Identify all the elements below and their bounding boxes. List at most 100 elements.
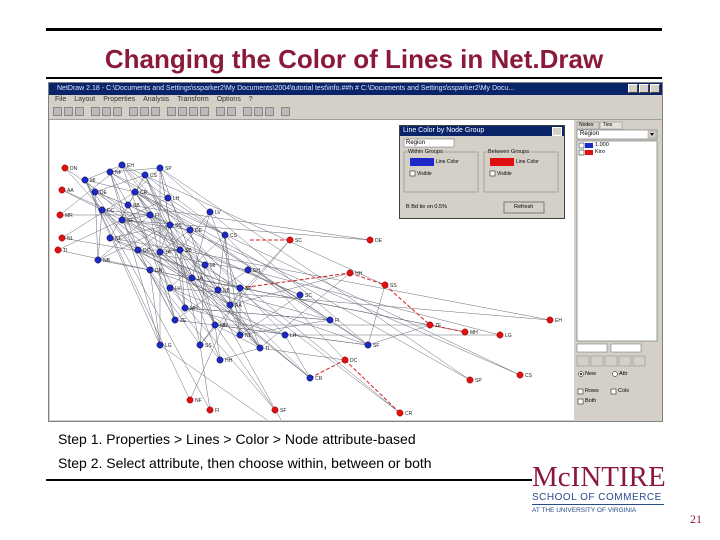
node-red[interactable]: [56, 211, 64, 219]
node-blue[interactable]: [91, 188, 99, 196]
arrows-icon[interactable]: [189, 107, 198, 116]
step-back-icon[interactable]: [243, 107, 252, 116]
node-blue[interactable]: [196, 341, 204, 349]
node-blue[interactable]: [236, 331, 244, 339]
node-label: NL: [245, 333, 252, 339]
node-blue[interactable]: [166, 284, 174, 292]
menu-file[interactable]: File: [55, 96, 66, 103]
open-icon[interactable]: [53, 107, 62, 116]
node-blue[interactable]: [118, 161, 126, 169]
node-blue[interactable]: [211, 321, 219, 329]
node-blue[interactable]: [306, 374, 314, 382]
dialog-close-button[interactable]: [552, 127, 562, 136]
node-blue[interactable]: [364, 341, 372, 349]
node-red[interactable]: [366, 236, 374, 244]
flip-icon[interactable]: [140, 107, 149, 116]
node-red[interactable]: [54, 246, 62, 254]
labels-icon[interactable]: [178, 107, 187, 116]
menu-properties[interactable]: Properties: [103, 96, 135, 103]
attribute-select[interactable]: Region: [580, 131, 599, 137]
node-blue[interactable]: [106, 234, 114, 242]
node-blue[interactable]: [171, 316, 179, 324]
node-blue[interactable]: [164, 194, 172, 202]
node-red[interactable]: [381, 281, 389, 289]
node-blue[interactable]: [216, 356, 224, 364]
node-blue[interactable]: [221, 231, 229, 239]
node-blue[interactable]: [166, 221, 174, 229]
within-visible-label[interactable]: Visible: [417, 171, 432, 177]
node-red[interactable]: [496, 331, 504, 339]
ties-icon[interactable]: [200, 107, 209, 116]
node-red[interactable]: [341, 356, 349, 364]
close-button[interactable]: [650, 84, 660, 93]
node-red[interactable]: [516, 371, 524, 379]
maximize-button[interactable]: [639, 84, 649, 93]
step-forward-icon[interactable]: [254, 107, 263, 116]
between-visible-label[interactable]: Visible: [497, 171, 512, 177]
node-blue[interactable]: [146, 266, 154, 274]
node-blue[interactable]: [244, 266, 252, 274]
node-blue[interactable]: [134, 246, 142, 254]
node-blue[interactable]: [226, 301, 234, 309]
refresh-icon[interactable]: [265, 107, 274, 116]
menu-layout[interactable]: Layout: [74, 96, 95, 103]
node-red[interactable]: [396, 409, 404, 417]
node-blue[interactable]: [201, 261, 209, 269]
tab-ties[interactable]: Ties: [603, 122, 612, 128]
refresh-button[interactable]: Refresh: [514, 204, 533, 210]
node-red[interactable]: [546, 316, 554, 324]
node-blue[interactable]: [106, 168, 114, 176]
menu-help[interactable]: ?: [249, 96, 253, 103]
shape-icon[interactable]: [227, 107, 236, 116]
node-blue[interactable]: [98, 206, 106, 214]
node-blue[interactable]: [131, 188, 139, 196]
node-blue[interactable]: [124, 201, 132, 209]
menu-analysis[interactable]: Analysis: [143, 96, 169, 103]
layout-icon[interactable]: [91, 107, 100, 116]
print-icon[interactable]: [75, 107, 84, 116]
node-red[interactable]: [186, 396, 194, 404]
rotate-icon[interactable]: [129, 107, 138, 116]
node-red[interactable]: [461, 328, 469, 336]
node-red[interactable]: [426, 321, 434, 329]
node-blue[interactable]: [146, 211, 154, 219]
node-blue[interactable]: [141, 171, 149, 179]
node-blue[interactable]: [214, 286, 222, 294]
node-red[interactable]: [206, 406, 214, 414]
node-blue[interactable]: [326, 316, 334, 324]
tab-nodes[interactable]: Nodes: [579, 122, 593, 128]
export-icon[interactable]: [281, 107, 290, 116]
node-blue[interactable]: [188, 274, 196, 282]
node-red[interactable]: [346, 269, 354, 277]
node-red[interactable]: [58, 186, 66, 194]
node-blue[interactable]: [81, 176, 89, 184]
save-icon[interactable]: [64, 107, 73, 116]
menu-options[interactable]: Options: [217, 96, 241, 103]
node-blue[interactable]: [181, 304, 189, 312]
color-icon[interactable]: [216, 107, 225, 116]
node-blue[interactable]: [156, 341, 164, 349]
zoom-icon[interactable]: [113, 107, 122, 116]
node-blue[interactable]: [118, 216, 126, 224]
dialog-select[interactable]: Region: [406, 140, 425, 146]
node-blue[interactable]: [176, 246, 184, 254]
minimize-button[interactable]: [628, 84, 638, 93]
menu-transform[interactable]: Transform: [177, 96, 209, 103]
node-red[interactable]: [286, 236, 294, 244]
node-blue[interactable]: [236, 284, 244, 292]
node-red[interactable]: [61, 164, 69, 172]
node-blue[interactable]: [296, 291, 304, 299]
node-blue[interactable]: [256, 344, 264, 352]
node-red[interactable]: [58, 234, 66, 242]
node-blue[interactable]: [281, 331, 289, 339]
node-blue[interactable]: [156, 164, 164, 172]
node-size-icon[interactable]: [167, 107, 176, 116]
node-red[interactable]: [271, 406, 279, 414]
center-icon[interactable]: [151, 107, 160, 116]
node-red[interactable]: [466, 376, 474, 384]
spring-icon[interactable]: [102, 107, 111, 116]
node-blue[interactable]: [186, 226, 194, 234]
node-blue[interactable]: [156, 248, 164, 256]
node-blue[interactable]: [94, 256, 102, 264]
node-blue[interactable]: [206, 208, 214, 216]
